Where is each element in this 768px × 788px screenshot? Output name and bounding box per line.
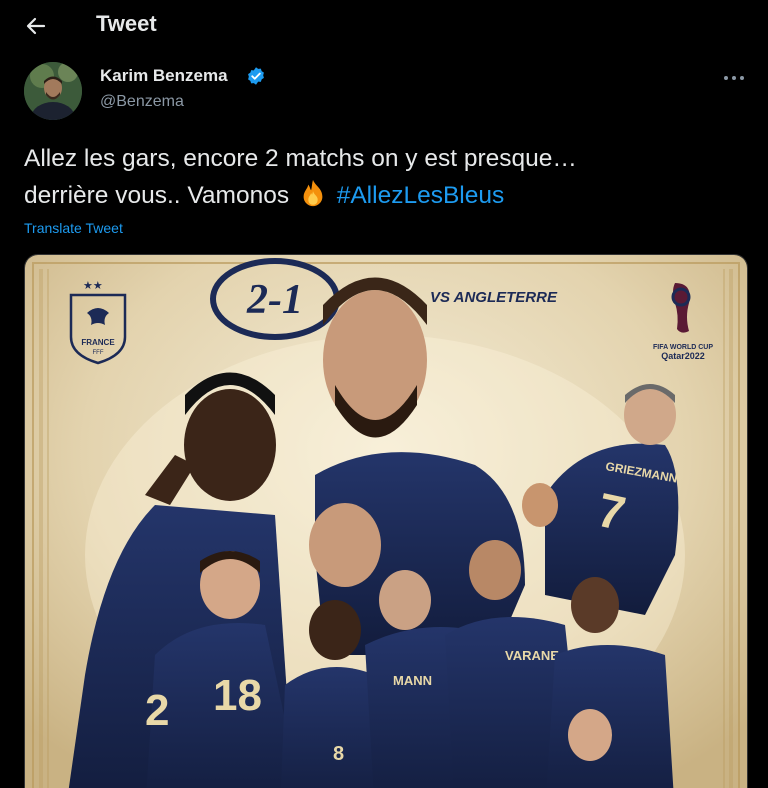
avatar[interactable]	[24, 62, 82, 120]
more-options-button[interactable]	[716, 66, 752, 90]
opponent-text: VS ANGLETERRE	[430, 289, 558, 306]
wc-line1: FIFA WORLD CUP	[653, 344, 713, 351]
avatar-image	[24, 62, 82, 120]
jersey-name-mann: MANN	[393, 673, 432, 688]
verified-badge-icon	[248, 67, 264, 85]
jersey-number-2: 2	[145, 686, 169, 735]
hashtag-link[interactable]: #AllezLesBleus	[337, 182, 505, 209]
fire-emoji-icon	[303, 179, 323, 207]
author-handle[interactable]: @Benzema	[100, 93, 184, 111]
crest-sub: FFF	[93, 350, 104, 356]
jersey-number-18: 18	[213, 671, 262, 720]
crest-stars: ★★	[83, 279, 103, 292]
arrow-left-icon	[26, 17, 46, 35]
tweet-page: Tweet Karim Benzema @Benzema Allez les g…	[0, 0, 768, 788]
jersey-number-8: 8	[333, 743, 344, 765]
tweet-text: Allez les gars, encore 2 matchs on y est…	[24, 140, 744, 214]
author-name[interactable]: Karim Benzema	[100, 66, 228, 86]
tweet-line-2: derrière vous.. Vamonos #AllezLesBleus	[24, 177, 744, 214]
score-text: 2-1	[246, 277, 303, 323]
back-button[interactable]	[18, 10, 54, 42]
crest-label: FRANCE	[81, 338, 115, 347]
more-horizontal-icon	[724, 76, 744, 80]
player-group-bottom: 18 2 8 MANN VARANE	[145, 540, 674, 788]
tweet-line-1: Allez les gars, encore 2 matchs on y est…	[24, 145, 577, 172]
tweet-media-image[interactable]: ★★ FRANCE FFF 2-1 VS ANGLETERRE FIFA WOR…	[24, 254, 748, 788]
top-bar: Tweet	[0, 0, 768, 52]
wc-line2: Qatar2022	[661, 351, 705, 361]
page-title: Tweet	[96, 11, 157, 36]
jersey-name-varane: VARANE	[505, 648, 559, 663]
poster-graphic: ★★ FRANCE FFF 2-1 VS ANGLETERRE FIFA WOR…	[25, 255, 747, 788]
translate-tweet-link[interactable]: Translate Tweet	[24, 220, 123, 236]
tweet-line-2-text: derrière vous.. Vamonos	[24, 182, 290, 209]
